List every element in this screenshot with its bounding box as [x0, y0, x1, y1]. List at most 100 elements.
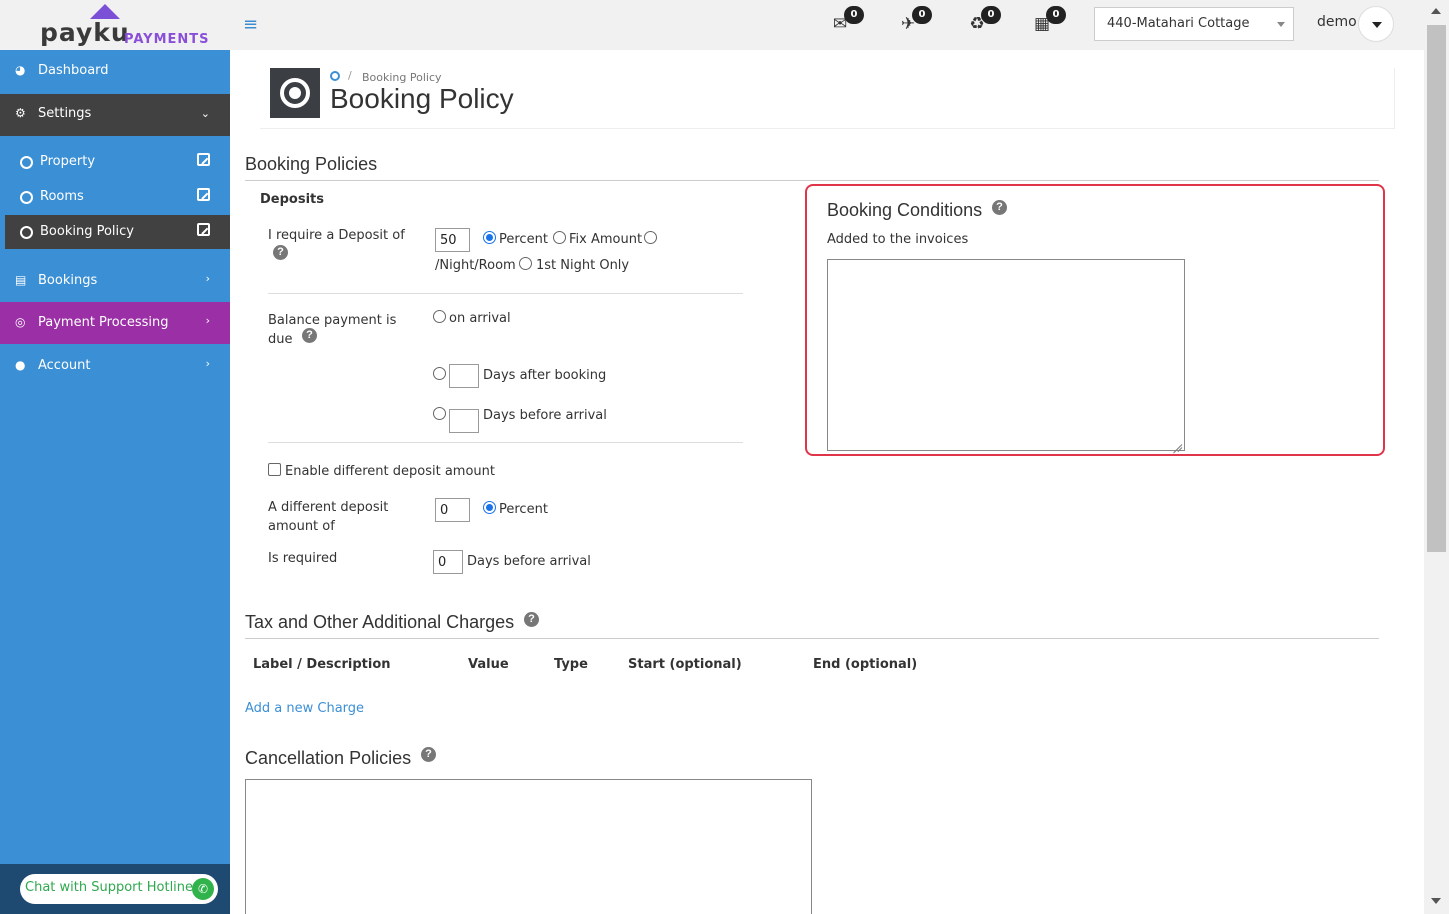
logo[interactable]: payku PAYMENTS — [0, 0, 230, 50]
deposit-fix-amount-radio[interactable] — [553, 231, 566, 244]
external-link-icon — [197, 153, 210, 166]
deposit-fix-amount-label: Fix Amount — [569, 232, 643, 247]
divider — [268, 293, 743, 294]
days-after-booking-label: Days after booking — [483, 368, 607, 383]
booking-policies-title: Booking Policies — [245, 154, 378, 174]
column-header: Type — [554, 657, 588, 672]
help-icon[interactable]: ? — [273, 245, 288, 260]
cancellation-policies-textarea[interactable] — [245, 779, 812, 914]
balance-days-after-radio[interactable] — [433, 367, 446, 380]
logo-triangle-icon — [90, 4, 120, 19]
page-title: Booking Policy — [330, 83, 514, 114]
support-chat-label: Chat with Support Hotline — [25, 880, 194, 895]
chevron-right-icon: › — [205, 272, 210, 285]
booking-conditions-textarea[interactable] — [827, 259, 1185, 451]
tax-charges-title: Tax and Other Additional Charges — [245, 612, 515, 632]
scroll-up-icon[interactable] — [1431, 8, 1441, 14]
sidebar-item-label: Settings — [38, 106, 92, 121]
different-deposit-percent-label: Percent — [499, 502, 548, 517]
days-before-arrival-input[interactable] — [449, 409, 479, 433]
days-before-arrival-label: Days before arrival — [483, 408, 607, 423]
property-select[interactable]: 440-Matahari Cottage — [1094, 7, 1294, 41]
property-select-value: 440-Matahari Cottage — [1107, 16, 1250, 31]
deposit-night-room-label: /Night/Room — [435, 258, 516, 273]
logo-subtext: PAYMENTS — [124, 32, 210, 47]
sidebar-subitem-property[interactable]: Property — [5, 145, 230, 179]
support-chat-button[interactable]: Chat with Support Hotline ✆ — [20, 874, 218, 904]
breadcrumb-home-icon[interactable] — [330, 71, 340, 81]
mail-count-badge: 0 — [844, 6, 864, 24]
section-divider — [245, 180, 1379, 181]
sidebar: ◕ Dashboard ⚙ Settings ⌄ Property Rooms … — [0, 50, 230, 914]
vertical-scrollbar[interactable] — [1424, 0, 1449, 914]
balance-on-arrival-radio[interactable] — [433, 310, 446, 323]
sidebar-item-bookings[interactable]: ▤ Bookings › — [0, 260, 230, 302]
sidebar-subitem-booking-policy[interactable]: Booking Policy — [5, 215, 230, 249]
resize-handle-icon[interactable] — [1172, 438, 1182, 448]
deposit-first-night-radio[interactable] — [519, 257, 532, 270]
chevron-right-icon: › — [205, 357, 210, 370]
calendar-counter[interactable]: ▦ 0 — [1030, 6, 1066, 36]
sidebar-item-label: Account — [38, 358, 91, 373]
scroll-down-icon[interactable] — [1431, 898, 1441, 904]
days-after-booking-input[interactable] — [449, 364, 479, 388]
chevron-down-icon — [1277, 22, 1285, 27]
is-required-label: Is required — [268, 551, 338, 566]
dashboard-icon: ◕ — [15, 63, 26, 77]
top-bar: payku PAYMENTS ≡ ✉ 0 ✈ 0 ♻ 0 ▦ 0 440-Mat… — [0, 0, 1424, 50]
checkout-counter[interactable]: ♻ 0 — [965, 6, 1001, 36]
menu-toggle-icon[interactable]: ≡ — [243, 14, 258, 35]
sidebar-item-account[interactable]: ● Account › — [0, 345, 230, 387]
checkin-counter[interactable]: ✈ 0 — [896, 6, 932, 36]
require-deposit-label: I require a Deposit of — [268, 228, 405, 243]
column-header: Label / Description — [253, 657, 391, 672]
target-icon — [270, 68, 320, 118]
sidebar-subitem-label: Booking Policy — [40, 224, 134, 239]
chevron-right-icon: › — [205, 314, 210, 327]
enable-different-deposit-checkbox[interactable] — [268, 463, 281, 476]
on-arrival-label: on arrival — [449, 311, 511, 326]
column-header: End (optional) — [813, 657, 918, 672]
booking-conditions-subtitle: Added to the invoices — [827, 232, 969, 247]
sidebar-item-label: Payment Processing — [38, 315, 169, 330]
chevron-down-icon: ⌄ — [200, 107, 210, 120]
user-name: demo — [1317, 14, 1357, 30]
deposit-percent-radio[interactable] — [483, 231, 496, 244]
column-header: Start (optional) — [628, 657, 742, 672]
sidebar-item-payment-processing[interactable]: ◎ Payment Processing › — [0, 302, 230, 344]
required-days-input[interactable]: 0 — [433, 550, 463, 574]
external-link-icon — [197, 223, 210, 236]
cancellation-policies-title: Cancellation Policies — [245, 748, 412, 768]
header-divider-vertical — [1394, 68, 1395, 128]
calendar-count-badge: 0 — [1046, 6, 1066, 24]
user-menu-button[interactable] — [1358, 6, 1394, 42]
support-bar: Chat with Support Hotline ✆ — [0, 864, 230, 914]
sidebar-item-settings[interactable]: ⚙ Settings ⌄ — [0, 94, 230, 136]
sidebar-subitem-label: Rooms — [40, 189, 84, 204]
deposit-first-night-label: 1st Night Only — [536, 258, 630, 273]
different-deposit-input[interactable]: 0 — [435, 498, 470, 522]
deposit-amount-input[interactable]: 50 — [435, 228, 470, 252]
sidebar-item-dashboard[interactable]: ◕ Dashboard — [0, 50, 230, 94]
mail-counter[interactable]: ✉ 0 — [828, 6, 864, 36]
gear-icon: ⚙ — [15, 106, 26, 120]
different-deposit-percent-radio[interactable] — [483, 501, 496, 514]
user-icon: ● — [15, 358, 26, 372]
add-charge-link[interactable]: Add a new Charge — [245, 701, 364, 716]
help-icon[interactable]: ? — [421, 747, 436, 762]
deposit-night-room-radio[interactable] — [644, 231, 657, 244]
scrollbar-thumb[interactable] — [1427, 25, 1446, 552]
balance-days-before-radio[interactable] — [433, 407, 446, 420]
balance-due-label: Balance payment is due — [268, 313, 397, 347]
sidebar-subitem-rooms[interactable]: Rooms — [5, 180, 230, 214]
sidebar-item-label: Bookings — [38, 273, 98, 288]
divider — [268, 442, 743, 443]
bookings-icon: ▤ — [15, 273, 27, 287]
payment-icon: ◎ — [15, 315, 26, 329]
header-divider — [260, 128, 1395, 129]
help-icon[interactable]: ? — [302, 328, 317, 343]
checkout-count-badge: 0 — [981, 6, 1001, 24]
help-icon[interactable]: ? — [524, 612, 539, 627]
help-icon[interactable]: ? — [992, 200, 1007, 215]
required-days-label: Days before arrival — [467, 554, 591, 569]
